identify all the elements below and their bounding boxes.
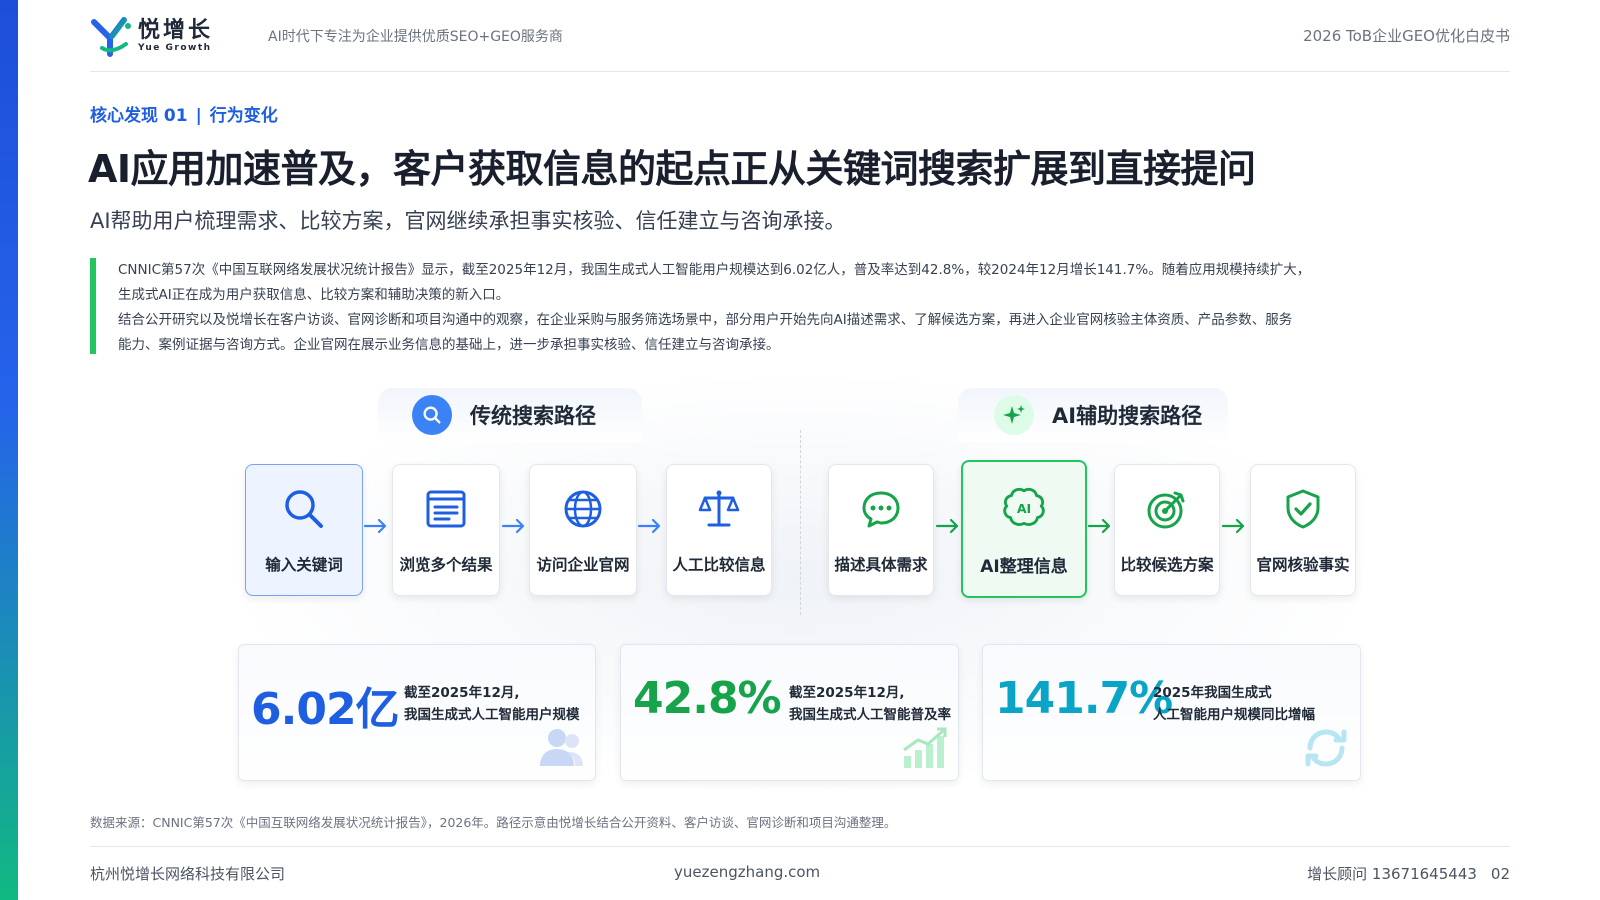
- finding-number: 核心发现 01: [90, 106, 188, 126]
- step-compare-candidates: 比较候选方案: [1114, 464, 1220, 596]
- consultant-phone: 增长顾问 13671645443: [1307, 865, 1477, 883]
- page-header: 悦增长 Yue Growth AI时代下专注为企业提供优质SEO+GEO服务商 …: [90, 0, 1510, 72]
- step-visit-website: 访问企业官网: [529, 464, 637, 596]
- ai-path-title: AI辅助搜索路径: [1052, 404, 1203, 428]
- yue-growth-logo-icon: [91, 16, 131, 57]
- svg-text:AI: AI: [1017, 501, 1031, 516]
- ai-brain-icon: AI: [1000, 484, 1048, 532]
- arrow-right-icon: [501, 518, 525, 534]
- page-number: 02: [1490, 865, 1510, 883]
- footer-contact: 增长顾问 13671645443 02: [1307, 863, 1510, 884]
- sparkle-badge-icon: [994, 395, 1034, 435]
- arrow-right-icon: [935, 518, 959, 534]
- stat-desc: 2025年我国生成式: [1153, 685, 1272, 701]
- step-label: 描述具体需求: [834, 556, 928, 574]
- website-link[interactable]: yuezengzhang.com: [674, 863, 820, 881]
- chat-bubble-icon: [857, 485, 905, 533]
- arrow-right-icon: [363, 518, 387, 534]
- stat-card-users: 6.02亿 截至2025年12月, 我国生成式人工智能用户规模: [238, 644, 596, 781]
- brand-logo: 悦增长 Yue Growth: [90, 14, 258, 58]
- stat-value: 141.7%: [995, 673, 1173, 724]
- step-manual-compare: 人工比较信息: [666, 464, 772, 596]
- stat-value: 42.8%: [633, 673, 782, 724]
- users-icon: [540, 729, 583, 766]
- company-name: 杭州悦增长网络科技有限公司: [90, 865, 286, 883]
- stat-card-penetration: 42.8% 截至2025年12月, 我国生成式人工智能普及率: [620, 644, 959, 781]
- path-divider: [800, 430, 801, 615]
- step-label: 官网核验事实: [1256, 556, 1350, 574]
- step-label: 浏览多个结果: [399, 556, 493, 574]
- kicker-separator: |: [195, 106, 202, 126]
- quote-line: 生成式AI正在成为用户获取信息、比较方案和辅助决策的新入口。: [118, 287, 510, 303]
- step-describe-needs: 描述具体需求: [828, 464, 934, 596]
- step-browse-results: 浏览多个结果: [392, 464, 500, 596]
- stat-desc: 人工智能用户规模同比增幅: [1153, 707, 1315, 723]
- stat-desc: 我国生成式人工智能用户规模: [404, 707, 580, 723]
- step-label: 输入关键词: [265, 556, 343, 574]
- document-list-icon: [422, 485, 470, 533]
- report-quote-block: CNNIC第57次《中国互联网络发展状况统计报告》显示，截至2025年12月，我…: [90, 258, 1430, 354]
- traditional-path-title: 传统搜索路径: [470, 404, 596, 428]
- search-icon: [280, 485, 328, 533]
- page-title: AI应用加速普及，客户获取信息的起点正从关键词搜索扩展到直接提问: [88, 147, 1256, 191]
- stat-desc: 我国生成式人工智能普及率: [789, 707, 951, 723]
- logo-english-name: Yue Growth: [138, 42, 212, 53]
- globe-icon: [559, 485, 607, 533]
- stat-desc: 截至2025年12月,: [404, 685, 520, 701]
- step-ai-organize: AI AI整理信息: [961, 460, 1087, 598]
- page-footer: 杭州悦增长网络科技有限公司 yuezengzhang.com 增长顾问 1367…: [90, 846, 1510, 900]
- step-verify-facts: 官网核验事实: [1250, 464, 1356, 596]
- data-source-note: 数据来源：CNNIC第57次《中国互联网络发展状况统计报告》，2026年。路径示…: [90, 815, 897, 830]
- left-accent-stripe: [0, 0, 18, 900]
- step-enter-keyword: 输入关键词: [245, 464, 363, 596]
- stat-desc: 截至2025年12月,: [789, 685, 905, 701]
- quote-line: 能力、案例证据与咨询方式。企业官网在展示业务信息的基础上，进一步承担事实核验、信…: [118, 337, 780, 353]
- stat-value: 6.02亿: [251, 684, 400, 735]
- logo-chinese-name: 悦增长: [138, 17, 214, 43]
- quote-line: 结合公开研究以及悦增长在客户访谈、官网诊断和项目沟通中的观察，在企业采购与服务筛…: [118, 312, 1293, 328]
- traditional-path-heading: 传统搜索路径: [378, 388, 642, 442]
- balance-scale-icon: [695, 485, 743, 533]
- target-icon: [1143, 485, 1191, 533]
- step-label: AI整理信息: [980, 557, 1068, 577]
- whitepaper-title: 2026 ToB企业GEO优化白皮书: [1303, 27, 1510, 45]
- step-label: 人工比较信息: [672, 556, 766, 574]
- growth-chart-icon: [903, 727, 947, 768]
- search-badge-icon: [412, 395, 452, 435]
- section-kicker: 核心发现 01 | 行为变化: [90, 101, 278, 126]
- step-label: 访问企业官网: [536, 556, 630, 574]
- stat-card-growth: 141.7% 2025年我国生成式 人工智能用户规模同比增幅: [982, 644, 1361, 781]
- finding-topic: 行为变化: [209, 106, 278, 126]
- arrow-right-icon: [1221, 518, 1245, 534]
- quote-line: CNNIC第57次《中国互联网络发展状况统计报告》显示，截至2025年12月，我…: [118, 262, 1311, 278]
- page-subtitle: AI帮助用户梳理需求、比较方案，官网继续承担事实核验、信任建立与咨询承接。: [90, 209, 846, 233]
- shield-check-icon: [1279, 485, 1327, 533]
- refresh-icon: [1305, 729, 1347, 767]
- step-label: 比较候选方案: [1120, 556, 1214, 574]
- arrow-right-icon: [1087, 518, 1111, 534]
- arrow-right-icon: [637, 518, 661, 534]
- ai-path-heading: AI辅助搜索路径: [958, 388, 1228, 442]
- header-tagline: AI时代下专注为企业提供优质SEO+GEO服务商: [268, 28, 563, 45]
